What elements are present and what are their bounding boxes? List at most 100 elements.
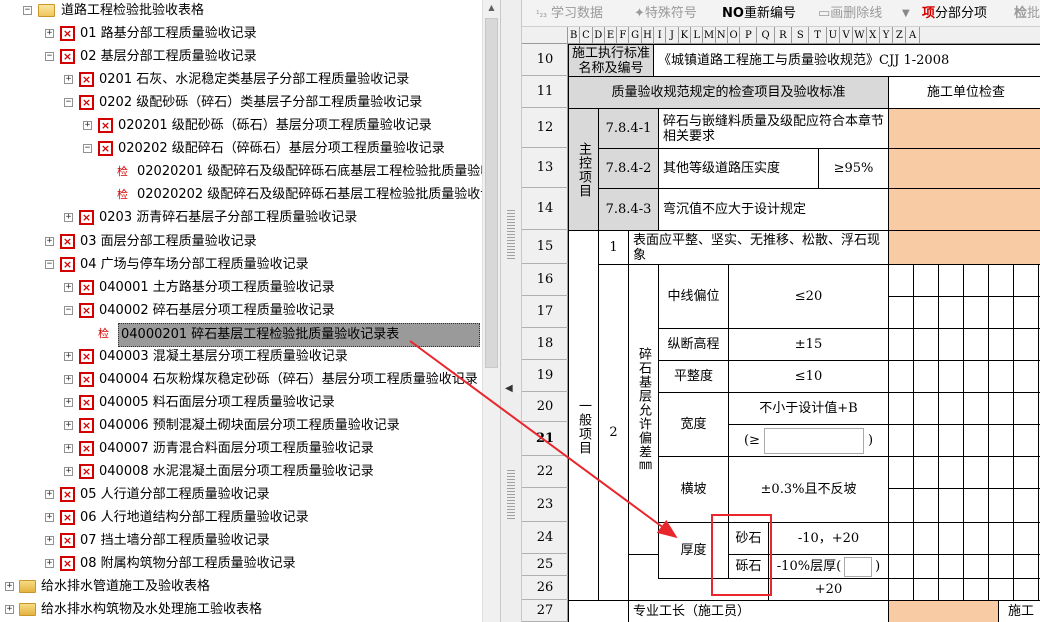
measure-cell[interactable]: [938, 392, 964, 425]
expand-toggle[interactable]: +: [45, 559, 54, 569]
special-symbol-button[interactable]: ✦特殊符号: [634, 4, 697, 23]
tree-item[interactable]: + × 040004 石灰粉煤灰稳定砂砾（碎石）基层分项工程质量验收记录: [0, 369, 482, 391]
tree-item[interactable]: − × 040002 碎石基层分项工程质量验收记录: [0, 300, 482, 322]
mc-result-cell[interactable]: [888, 148, 1040, 189]
column-header[interactable]: X: [867, 27, 880, 44]
g1-result-cell[interactable]: [888, 230, 1040, 265]
column-header[interactable]: C: [580, 27, 593, 44]
column-header[interactable]: U: [827, 27, 840, 44]
row-header[interactable]: 16: [522, 264, 568, 296]
measure-cell[interactable]: [1013, 328, 1039, 361]
measure-cell[interactable]: [913, 554, 939, 579]
sand-value-cell[interactable]: -10，+20: [768, 522, 889, 555]
scroll-thumb[interactable]: [485, 18, 498, 368]
measure-cell[interactable]: [938, 328, 964, 361]
measure-cell[interactable]: [988, 554, 1014, 579]
collapse-toggle[interactable]: −: [64, 305, 73, 315]
measure-cell[interactable]: [938, 488, 964, 523]
measure-cell[interactable]: [888, 296, 914, 329]
measure-cell[interactable]: [988, 424, 1014, 457]
tree-item[interactable]: + × 01 路基分部工程质量验收记录: [0, 23, 482, 45]
column-header[interactable]: G: [630, 27, 642, 44]
item-name-cell[interactable]: 纵断高程: [658, 328, 729, 361]
measure-cell[interactable]: [963, 360, 989, 393]
measure-cell[interactable]: [963, 264, 989, 297]
item-value-cell[interactable]: ±15: [728, 328, 889, 361]
measure-cell[interactable]: [1013, 360, 1039, 393]
measure-cell[interactable]: [888, 488, 914, 523]
tree-item[interactable]: − × 0202 级配砂砾（碎石）类基层子分部工程质量验收记录: [0, 92, 482, 114]
blank-cell[interactable]: [568, 600, 629, 622]
row-header[interactable]: 12: [522, 108, 568, 148]
tree-item[interactable]: + × 03 面层分部工程质量验收记录: [0, 231, 482, 253]
expand-toggle[interactable]: +: [64, 75, 73, 85]
tree-item[interactable]: − × 020202 级配碎石（碎砾石）基层分项工程质量验收记录: [0, 138, 482, 160]
mc-value-cell[interactable]: ≥95%: [818, 148, 889, 189]
measure-cell[interactable]: [913, 360, 939, 393]
measure-cell[interactable]: [963, 488, 989, 523]
expand-toggle[interactable]: +: [64, 397, 73, 407]
row-header[interactable]: 15: [522, 230, 568, 264]
collapse-arrow-icon[interactable]: ◀: [505, 383, 513, 394]
expand-toggle[interactable]: +: [45, 236, 54, 246]
column-header[interactable]: B: [568, 27, 581, 44]
tree-item[interactable]: + × 020201 级配砂砾（砾石）基层分项工程质量验收记录: [0, 115, 482, 137]
width-input[interactable]: [763, 427, 864, 454]
measure-cell[interactable]: [988, 578, 1014, 601]
expand-toggle[interactable]: +: [45, 536, 54, 546]
measure-cell[interactable]: [1013, 296, 1039, 329]
expand-toggle[interactable]: +: [45, 490, 54, 500]
item-name-cell[interactable]: 宽度: [658, 392, 729, 457]
measure-cell[interactable]: [988, 360, 1014, 393]
measure-cell[interactable]: [888, 554, 914, 579]
tree-item[interactable]: + × 0203 沥青碎石基层子分部工程质量验收记录: [0, 207, 482, 229]
gravel-value2-cell[interactable]: +20: [768, 578, 889, 601]
expand-toggle[interactable]: +: [5, 582, 14, 591]
g2-number-cell[interactable]: 2: [598, 264, 629, 601]
measure-cell[interactable]: [913, 264, 939, 297]
measure-cell[interactable]: [988, 264, 1014, 297]
measure-cell[interactable]: [988, 392, 1014, 425]
measure-cell[interactable]: [913, 328, 939, 361]
scroll-up-icon[interactable]: ▲: [485, 0, 498, 16]
measure-cell[interactable]: [888, 264, 914, 297]
expand-toggle[interactable]: +: [64, 282, 73, 292]
measure-cell[interactable]: [963, 554, 989, 579]
column-header[interactable]: Y: [880, 27, 894, 44]
tree-item[interactable]: + × 06 人行地道结构分部工程质量验收记录: [0, 507, 482, 529]
measure-cell[interactable]: [913, 296, 939, 329]
column-header[interactable]: M: [703, 27, 716, 44]
measure-cell[interactable]: [1013, 456, 1039, 489]
collapse-toggle[interactable]: −: [23, 6, 32, 15]
gravel-value-cell[interactable]: -10%层厚(): [768, 554, 889, 579]
collapse-toggle[interactable]: −: [45, 52, 54, 62]
collapse-toggle[interactable]: −: [45, 259, 54, 269]
measure-cell[interactable]: [913, 392, 939, 425]
row-header[interactable]: 24: [522, 522, 568, 554]
expand-toggle[interactable]: +: [64, 443, 73, 453]
tree-item[interactable]: + × 040003 混凝土基层分项工程质量验收记录: [0, 346, 482, 368]
item-name-cell[interactable]: 横坡: [658, 456, 729, 523]
g1-text-cell[interactable]: 表面应平整、坚实、无推移、松散、浮石现象: [628, 230, 889, 265]
row-header[interactable]: 14: [522, 188, 568, 230]
measure-cell[interactable]: [988, 296, 1014, 329]
item-value-cell[interactable]: ≤10: [728, 360, 889, 393]
column-header[interactable]: K: [679, 27, 691, 44]
column-header[interactable]: J: [666, 27, 679, 44]
measure-cell[interactable]: [1013, 522, 1039, 555]
mc-text-cell[interactable]: 其他等级道路压实度: [658, 148, 819, 189]
expand-toggle[interactable]: +: [64, 420, 73, 430]
expand-toggle[interactable]: +: [83, 121, 92, 131]
tree-item[interactable]: 检 02020202 级配碎石及级配碎砾石基层工程检验批质量验收记: [0, 184, 493, 206]
main-control-cell[interactable]: 主控项目: [568, 108, 599, 231]
tree-item[interactable]: 检 02020201 级配碎石及级配碎砾石底基层工程检验批质量验收: [0, 161, 493, 183]
mc-code-cell[interactable]: 7.8.4-2: [598, 148, 659, 189]
mc-code-cell[interactable]: 7.8.4-3: [598, 188, 659, 231]
measure-cell[interactable]: [963, 456, 989, 489]
measure-cell[interactable]: [913, 488, 939, 523]
measure-cell[interactable]: [913, 424, 939, 457]
corner-cell[interactable]: [522, 27, 568, 44]
column-header[interactable]: H: [642, 27, 655, 44]
column-header[interactable]: Q: [758, 27, 775, 44]
measure-cell[interactable]: [988, 456, 1014, 489]
